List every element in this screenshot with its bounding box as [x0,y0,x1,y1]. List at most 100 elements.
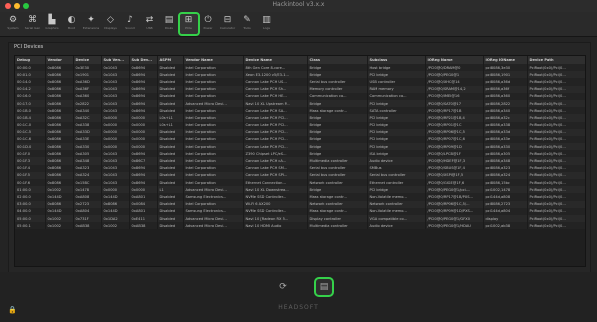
column-header[interactable]: Class [307,56,368,64]
column-header[interactable]: Device Name [243,56,308,64]
table-cell: 0xA804 [73,207,102,215]
toolbar-extensions-button[interactable]: ✦ Extensions [82,14,100,34]
column-header[interactable]: Sub Dev... [129,56,158,64]
table-cell: 0x2822 [73,99,102,108]
table-cell: 0x0000 [129,135,158,144]
toolbar-displays-button[interactable]: ◇ Displays [102,14,120,34]
table-cell: Navi 10 XL Downstrea... [243,186,308,194]
table-row[interactable]: 00:1C.5 0x8086 0xA33D 0x0000 0x0000 Disabled I… [15,128,585,136]
table-row[interactable]: 00:1F.6 0x8086 0x15BC 0x1043 0x8694 Disabled I… [15,179,585,187]
toolbar-logs-button[interactable]: ▥ Logs [258,14,276,34]
toolbar-usb-button[interactable]: ⇄ USB [141,14,159,34]
table-cell: 0x1043 [101,85,130,93]
table-row[interactable]: 00:17.0 0x8086 0x2822 0x1043 0x8694 Disabled A… [15,99,585,108]
table-cell: 0x0000 [129,186,158,194]
refresh-button[interactable]: ⟳ [275,279,291,295]
table-row[interactable]: 03:00.0 0x8086 0x2723 0x8086 0x0084 Disabled I… [15,200,585,208]
table-cell: 0x1043 [101,92,130,100]
column-header[interactable]: Vendor [45,56,74,64]
table-cell: Bridge [307,114,368,122]
table-row[interactable]: 00:1B.0 0x8086 0xA340 0x1043 0x8694 Disabled I… [15,107,585,115]
table-cell: 0x8086 [45,157,74,165]
column-header[interactable]: Sub Ven... [101,56,130,64]
table-cell: Disabled [157,128,184,136]
table-row[interactable]: 02:00.0 0x144D 0xA808 0x144D 0xA801 Disabled S… [15,193,585,201]
table-row[interactable]: 00:14.0 0x8086 0xA36D 0x1043 0x8694 Disabled I… [15,78,585,86]
pci-devices-table[interactable]: Debug Vendor Device Sub Ven... Sub Dev... ASP… [14,55,586,267]
column-header[interactable]: IOReg IOName [483,56,528,64]
toolbar-disks-button[interactable]: ▤ Disks [160,14,178,34]
table-row[interactable]: 00:1C.6 0x8086 0xA33E 0x0000 0x0000 Disabled I… [15,135,585,144]
toolbar-tools-button[interactable]: ✎ Tools [238,14,256,34]
table-cell: 0x1478 [73,186,102,194]
table-cell: 0x1043 [101,78,130,86]
table-cell: 0x1043 [101,179,130,187]
table-cell: PCI bridge [367,121,426,129]
table-cell: pci8086,1901 [483,71,528,79]
toolbar-boot-button[interactable]: ◐ Boot [63,14,81,34]
table-cell: 0xA33D [73,128,102,136]
toolbar-calculator-button[interactable]: ⊟ Calculator [219,14,237,34]
table-cell: Disabled [157,222,184,230]
table-cell: pci8086,a33d [483,128,528,136]
column-header[interactable]: Device Path [527,56,585,64]
table-row[interactable]: 00:16.0 0x8086 0xA360 0x1043 0x8694 Disabled I… [15,92,585,100]
boot-icon: ◐ [67,15,76,25]
column-header[interactable]: Debug [15,56,46,64]
table-cell: PciRoot(0x0)/Pci(0... [527,171,585,179]
column-header[interactable]: ASPM [157,56,184,64]
table-cell: Intel Corporation [183,164,244,172]
table-row[interactable]: 00:00.0 0x8086 0x3E30 0x1043 0x8694 Disabled I… [15,64,585,72]
table-row[interactable]: 00:1F.4 0x8086 0xA323 0x1043 0x8694 Disabled I… [15,164,585,172]
table-row[interactable]: 00:1B.4 0x8086 0xA32C 0x0000 0x0000 L0s+L1 Int… [15,114,585,122]
table-cell: /PCI0@0/SBUS@1F,4 [425,164,484,172]
table-cell: /PCI0@0/RP17@1B/PXS... [425,193,484,201]
toolbar-pcie-button[interactable]: ⊞ PCIe [177,12,200,36]
table-cell: 01:00.0 [15,186,46,194]
table-row[interactable]: 00:1F.5 0x8086 0xA324 0x1043 0x8694 Disabled I… [15,171,585,179]
table-row[interactable]: 00:14.2 0x8086 0xA36F 0x1043 0x8694 Disabled I… [15,85,585,93]
table-row[interactable]: 00:1C.0 0x8086 0xA338 0x0000 0x0000 L0s+L1 Int… [15,121,585,129]
export-button[interactable]: ▤ [314,277,334,297]
table-cell: NVMe SSD Controller... [243,207,308,215]
table-row[interactable]: 00:1F.3 0x8086 0xA348 0x1043 0x86C7 Disabled I… [15,157,585,165]
toolbar-label: Boot [68,26,75,30]
table-cell: Intel Corporation [183,107,244,115]
table-cell: PciRoot(0x0)/Pci(0... [527,71,585,79]
table-cell: 8th Gen Core 8-core... [243,64,308,72]
table-cell: SATA controller [367,107,426,115]
table-cell: Network controller [307,200,368,208]
table-row[interactable]: 05:00.1 0x1002 0xAB38 0x1002 0xAB38 Disabled A… [15,222,585,230]
toolbar-label: PCIe [185,26,192,30]
table-cell: 0x0000 [101,135,130,144]
table-row[interactable]: 00:01.0 0x8086 0x1901 0x1043 0x8694 Disabled I… [15,71,585,79]
table-cell: /PCI0@0/GIGE@1F,6 [425,179,484,187]
column-header[interactable]: Subclass [367,56,426,64]
table-cell: 0x8694 [129,78,158,86]
column-header[interactable]: IOReg Name [425,56,484,64]
table-cell: /PCI0@0/LPCB@1F [425,150,484,158]
table-cell: 0x8086 [101,200,130,208]
table-cell: PciRoot(0x0)/Pci(0... [527,157,585,165]
table-cell: 0x0000 [129,121,158,129]
table-cell: pci8086,3e30 [483,64,528,72]
table-cell: pci8086,a340 [483,107,528,115]
table-cell: 0x0000 [101,114,130,122]
table-row[interactable]: 00:1D.0 0x8086 0xA330 0x0000 0x0000 Disabled I… [15,143,585,151]
toolbar-serial-gen-button[interactable]: ⌘ Serial Gen [24,14,42,34]
table-cell: NVMe SSD Controller... [243,193,308,201]
toolbar-graphics-button[interactable]: ▙ Graphics [43,14,61,34]
table-row[interactable]: 04:00.0 0x144D 0xA804 0x144D 0xA801 Disabled S… [15,207,585,215]
toolbar-system-button[interactable]: ⚙ System [4,14,22,34]
table-cell: 00:14.0 [15,78,46,86]
table-row[interactable]: 00:1F.0 0x8086 0xA305 0x1043 0x8694 Disabled I… [15,150,585,158]
column-header[interactable]: Device [73,56,102,64]
toolbar-power-button[interactable]: ⏻ Power [199,14,217,34]
column-header[interactable]: Vendor Name [183,56,244,64]
table-row[interactable]: 01:00.0 0x1002 0x1478 0x0000 0x0000 L1 Advance… [15,186,585,194]
table-cell: 04:00.0 [15,207,46,215]
table-row[interactable]: 05:00.0 0x1002 0x731F 0x1DA2 0xE411 Disabled A… [15,214,585,223]
table-cell: 0x0000 [129,143,158,151]
toolbar-sound-button[interactable]: ♪ Sound [121,14,139,34]
table-cell: 0x8086 [45,135,74,144]
